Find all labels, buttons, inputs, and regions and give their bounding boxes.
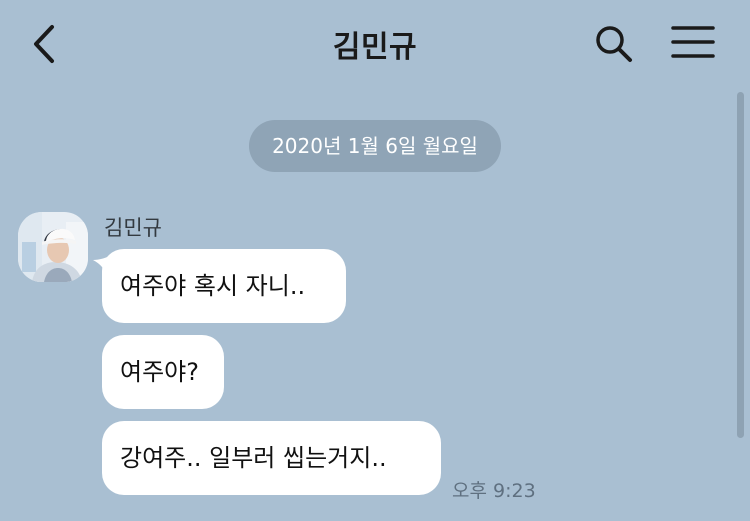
date-divider: 2020년 1월 6일 월요일 [249, 120, 501, 172]
chat-header: 김민규 [0, 0, 750, 86]
message-timestamp: 오후 9:23 [452, 480, 536, 502]
message-bubble[interactable]: 여주야? [102, 335, 224, 409]
chat-title: 김민규 [332, 30, 418, 65]
avatar[interactable] [18, 212, 88, 282]
sender-name: 김민규 [104, 216, 162, 240]
profile-photo [18, 212, 88, 282]
hamburger-menu-icon [671, 26, 715, 58]
search-button[interactable] [593, 23, 633, 63]
search-icon [596, 26, 632, 62]
scrollbar[interactable] [737, 92, 744, 438]
message-bubble[interactable]: 강여주.. 일부러 씹는거지.. [102, 421, 441, 495]
menu-button[interactable] [670, 24, 716, 60]
message-bubble[interactable]: 여주야 혹시 자니.. [102, 249, 346, 323]
